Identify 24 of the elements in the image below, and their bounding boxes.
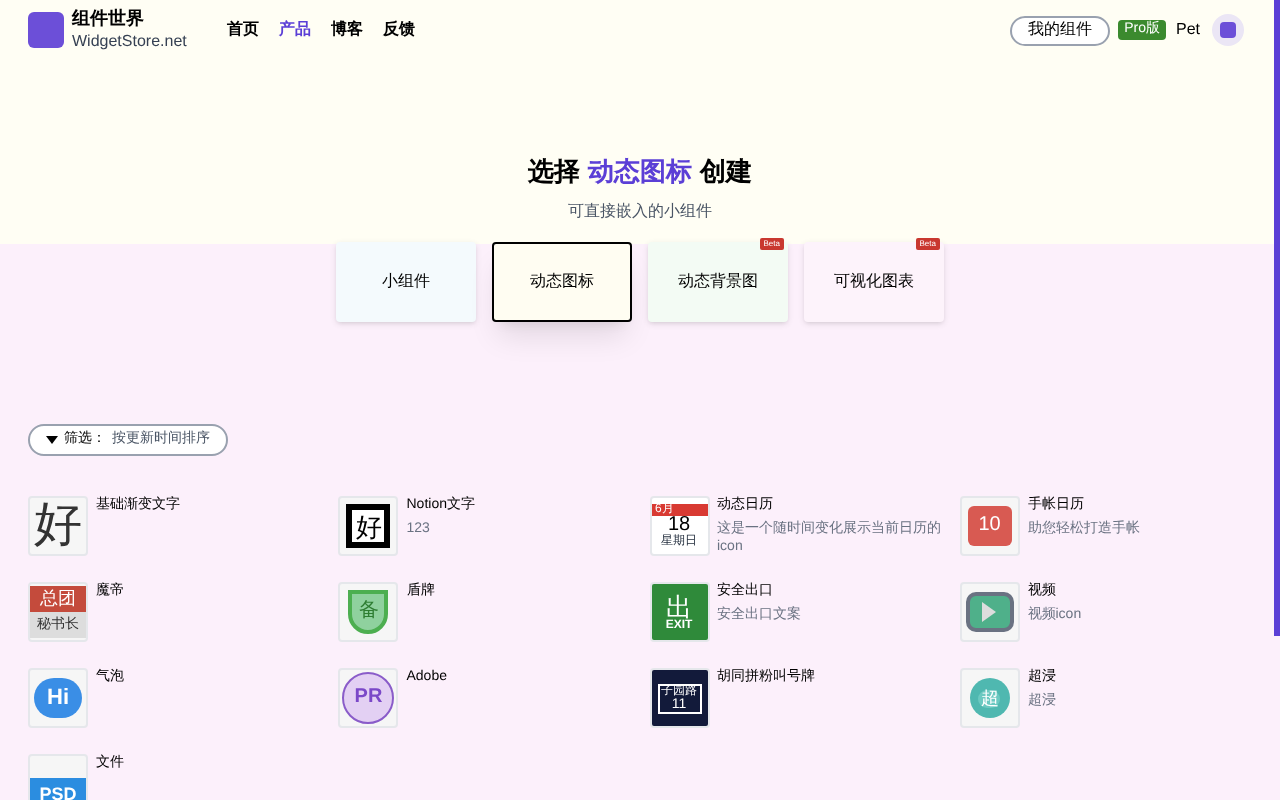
filter-icon [46, 436, 58, 444]
map-pin-icon: 超 [959, 668, 1020, 728]
nav-link[interactable]: 产品 [278, 18, 311, 42]
glyph-icon: 好 [28, 496, 88, 556]
cube-icon: 好 [338, 496, 399, 556]
user-name: Pet [1175, 18, 1200, 42]
nav-link[interactable]: 博客 [330, 18, 363, 42]
shield-icon: 备 [338, 582, 399, 642]
logo-subtitle: WidgetStore.net [72, 30, 187, 52]
calendar-icon: 10 [959, 496, 1020, 556]
avatar-icon[interactable] [1212, 14, 1244, 46]
nav-link[interactable]: 首页 [226, 18, 259, 42]
hero-title: 选择 动态图标 创建 [528, 154, 752, 190]
file-icon: PSD [28, 754, 88, 800]
nav-link[interactable]: 反馈 [382, 18, 415, 42]
my-widgets-button[interactable]: 我的组件 [1010, 15, 1111, 45]
category-tab[interactable]: 小组件 [336, 242, 476, 322]
hero-subtitle: 可直接嵌入的小组件 [568, 199, 712, 223]
play-icon [959, 582, 1020, 642]
speech-bubble-icon: Hi [28, 668, 88, 728]
circle-icon: PR [338, 668, 399, 728]
category-tab[interactable]: 动态图标 [492, 242, 632, 322]
scrollbar-thumb[interactable] [1274, 0, 1280, 636]
logo-title: 组件世界 [72, 8, 146, 30]
